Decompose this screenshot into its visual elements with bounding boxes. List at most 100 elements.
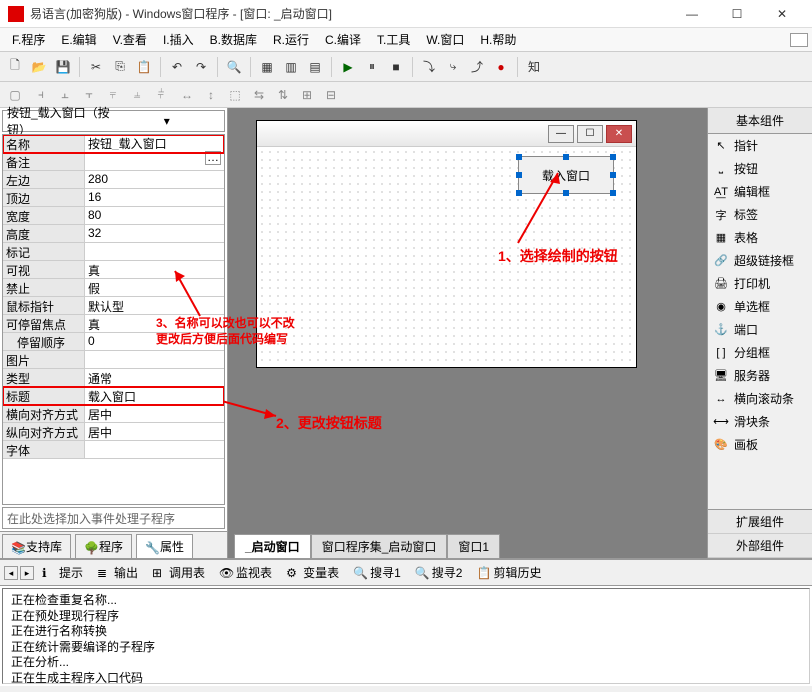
palette-item-8[interactable]: ⚓端口 xyxy=(708,318,812,341)
property-grid[interactable]: 名称…备注左边280顶边16宽度80高度32标记可视真禁止假鼠标指针默认型可停留… xyxy=(2,134,225,505)
prop-row-17[interactable]: 字体 xyxy=(3,441,224,459)
design-surface[interactable]: — ☐ ✕ 载入窗口 1、选择绘制的按钮 2、更改按钮标题 xyxy=(228,108,707,558)
prop-row-10[interactable]: 可停留焦点真 xyxy=(3,315,224,333)
tab-watch[interactable]: 👁监视表 xyxy=(213,562,278,583)
align-right-icon[interactable]: ⫟ xyxy=(78,85,100,105)
prop-row-13[interactable]: 类型通常 xyxy=(3,369,224,387)
tab-search1[interactable]: 🔍搜寻1 xyxy=(347,562,407,583)
layout3-icon[interactable]: ▤ xyxy=(304,56,326,78)
prop-value[interactable]: 居中 xyxy=(85,405,224,422)
form-maximize-icon[interactable]: ☐ xyxy=(577,125,603,143)
pause-icon[interactable]: ⏸ xyxy=(361,56,383,78)
prop-value[interactable] xyxy=(85,441,224,458)
resize-handle-s[interactable] xyxy=(563,190,569,196)
tab-window1[interactable]: 窗口1 xyxy=(447,534,500,558)
save-icon[interactable]: 💾 xyxy=(52,56,74,78)
align-window-icon[interactable]: ▢ xyxy=(4,85,26,105)
prop-value[interactable]: 0 xyxy=(85,333,224,350)
run-icon[interactable]: ▶ xyxy=(337,56,359,78)
prop-row-16[interactable]: 纵向对齐方式居中 xyxy=(3,423,224,441)
prop-input[interactable] xyxy=(88,136,221,150)
minimize-button[interactable]: — xyxy=(670,2,714,26)
palette-item-6[interactable]: 🖨打印机 xyxy=(708,272,812,295)
open-icon[interactable]: 📂 xyxy=(28,56,50,78)
same-height-icon[interactable]: ↕ xyxy=(200,85,222,105)
tab-program[interactable]: 🌳程序 xyxy=(75,534,132,558)
align-center-h-icon[interactable]: ⫠ xyxy=(54,85,76,105)
mdi-restore-icon[interactable] xyxy=(790,33,808,47)
prop-value[interactable]: 假 xyxy=(85,279,224,296)
cut-icon[interactable]: ✂ xyxy=(85,56,107,78)
menu-edit[interactable]: E.编辑 xyxy=(53,29,104,50)
paste-icon[interactable]: 📋 xyxy=(133,56,155,78)
tab-prev-icon[interactable]: ◂ xyxy=(4,566,18,580)
tab-output[interactable]: ≣输出 xyxy=(91,562,144,583)
tab-vars[interactable]: ⚙变量表 xyxy=(280,562,345,583)
prop-row-2[interactable]: 左边280 xyxy=(3,171,224,189)
align-middle-icon[interactable]: ⫨ xyxy=(126,85,148,105)
maximize-button[interactable]: ☐ xyxy=(715,2,759,26)
prop-row-11[interactable]: 停留顺序0 xyxy=(3,333,224,351)
prop-value[interactable]: 通常 xyxy=(85,369,224,386)
resize-handle-ne[interactable] xyxy=(610,154,616,160)
prop-value[interactable]: 280 xyxy=(85,171,224,188)
prop-value[interactable]: 80 xyxy=(85,207,224,224)
prop-value[interactable] xyxy=(85,351,224,368)
center-h-icon[interactable]: ⊞ xyxy=(296,85,318,105)
tab-support-lib[interactable]: 📚支持库 xyxy=(2,534,71,558)
form-body[interactable]: 载入窗口 xyxy=(258,148,635,366)
menu-view[interactable]: V.查看 xyxy=(105,29,155,50)
layout1-icon[interactable]: ▦ xyxy=(256,56,278,78)
copy-icon[interactable]: ⎘ xyxy=(109,56,131,78)
menu-tools[interactable]: T.工具 xyxy=(369,29,418,50)
step-over-icon[interactable]: ⤵ xyxy=(418,56,440,78)
menu-run[interactable]: R.运行 xyxy=(265,29,317,50)
prop-value[interactable]: 32 xyxy=(85,225,224,242)
form-minimize-icon[interactable]: — xyxy=(548,125,574,143)
form-designer[interactable]: — ☐ ✕ 载入窗口 xyxy=(256,120,637,368)
palette-item-11[interactable]: ↔横向滚动条 xyxy=(708,387,812,410)
palette-item-13[interactable]: 🎨画板 xyxy=(708,433,812,456)
resize-handle-w[interactable] xyxy=(516,172,522,178)
prop-row-0[interactable]: 名称… xyxy=(3,135,224,153)
step-into-icon[interactable]: ⤷ xyxy=(442,56,464,78)
prop-value[interactable]: 载入窗口 xyxy=(85,387,224,404)
tab-window-procset[interactable]: 窗口程序集_启动窗口 xyxy=(311,534,448,558)
palette-item-5[interactable]: 🔗超级链接框 xyxy=(708,249,812,272)
form-close-icon[interactable]: ✕ xyxy=(606,125,632,143)
prop-value[interactable] xyxy=(85,153,224,170)
resize-handle-sw[interactable] xyxy=(516,190,522,196)
close-button[interactable]: ✕ xyxy=(760,2,804,26)
breakpoint-icon[interactable]: ● xyxy=(490,56,512,78)
palette-item-12[interactable]: ⟷滑块条 xyxy=(708,410,812,433)
align-bottom-icon[interactable]: ⫩ xyxy=(150,85,172,105)
palette-item-3[interactable]: 字标签 xyxy=(708,203,812,226)
find-icon[interactable]: 🔍 xyxy=(223,56,245,78)
prop-row-1[interactable]: 备注 xyxy=(3,153,224,171)
redo-icon[interactable]: ↷ xyxy=(190,56,212,78)
prop-row-7[interactable]: 可视真 xyxy=(3,261,224,279)
prop-row-6[interactable]: 标记 xyxy=(3,243,224,261)
palette-item-7[interactable]: ◉单选框 xyxy=(708,295,812,318)
step-out-icon[interactable]: ⤴ xyxy=(466,56,488,78)
prop-value[interactable]: … xyxy=(85,135,224,152)
same-width-icon[interactable]: ↔ xyxy=(176,85,198,105)
tab-calltable[interactable]: ⊞调用表 xyxy=(146,562,211,583)
tab-hint[interactable]: ℹ提示 xyxy=(36,562,89,583)
ellipsis-button[interactable]: … xyxy=(205,151,221,165)
prop-row-15[interactable]: 横向对齐方式居中 xyxy=(3,405,224,423)
designed-button[interactable]: 载入窗口 xyxy=(518,156,614,194)
menu-compile[interactable]: C.编译 xyxy=(317,29,369,50)
stop-icon[interactable]: ■ xyxy=(385,56,407,78)
tab-next-icon[interactable]: ▸ xyxy=(20,566,34,580)
new-icon[interactable]: 🗋 xyxy=(4,56,26,78)
menu-help[interactable]: H.帮助 xyxy=(472,29,524,50)
space-v-icon[interactable]: ⇅ xyxy=(272,85,294,105)
prop-value[interactable]: 16 xyxy=(85,189,224,206)
prop-value[interactable]: 真 xyxy=(85,261,224,278)
palette-item-2[interactable]: A͟T编辑框 xyxy=(708,180,812,203)
prop-row-12[interactable]: 图片 xyxy=(3,351,224,369)
menu-program[interactable]: F.程序 xyxy=(4,29,53,50)
knowledge-icon[interactable]: 知 xyxy=(523,56,545,78)
output-text[interactable]: 正在检查重复名称...正在预处理现行程序正在进行名称转换正在统计需要编译的子程序… xyxy=(2,588,810,684)
